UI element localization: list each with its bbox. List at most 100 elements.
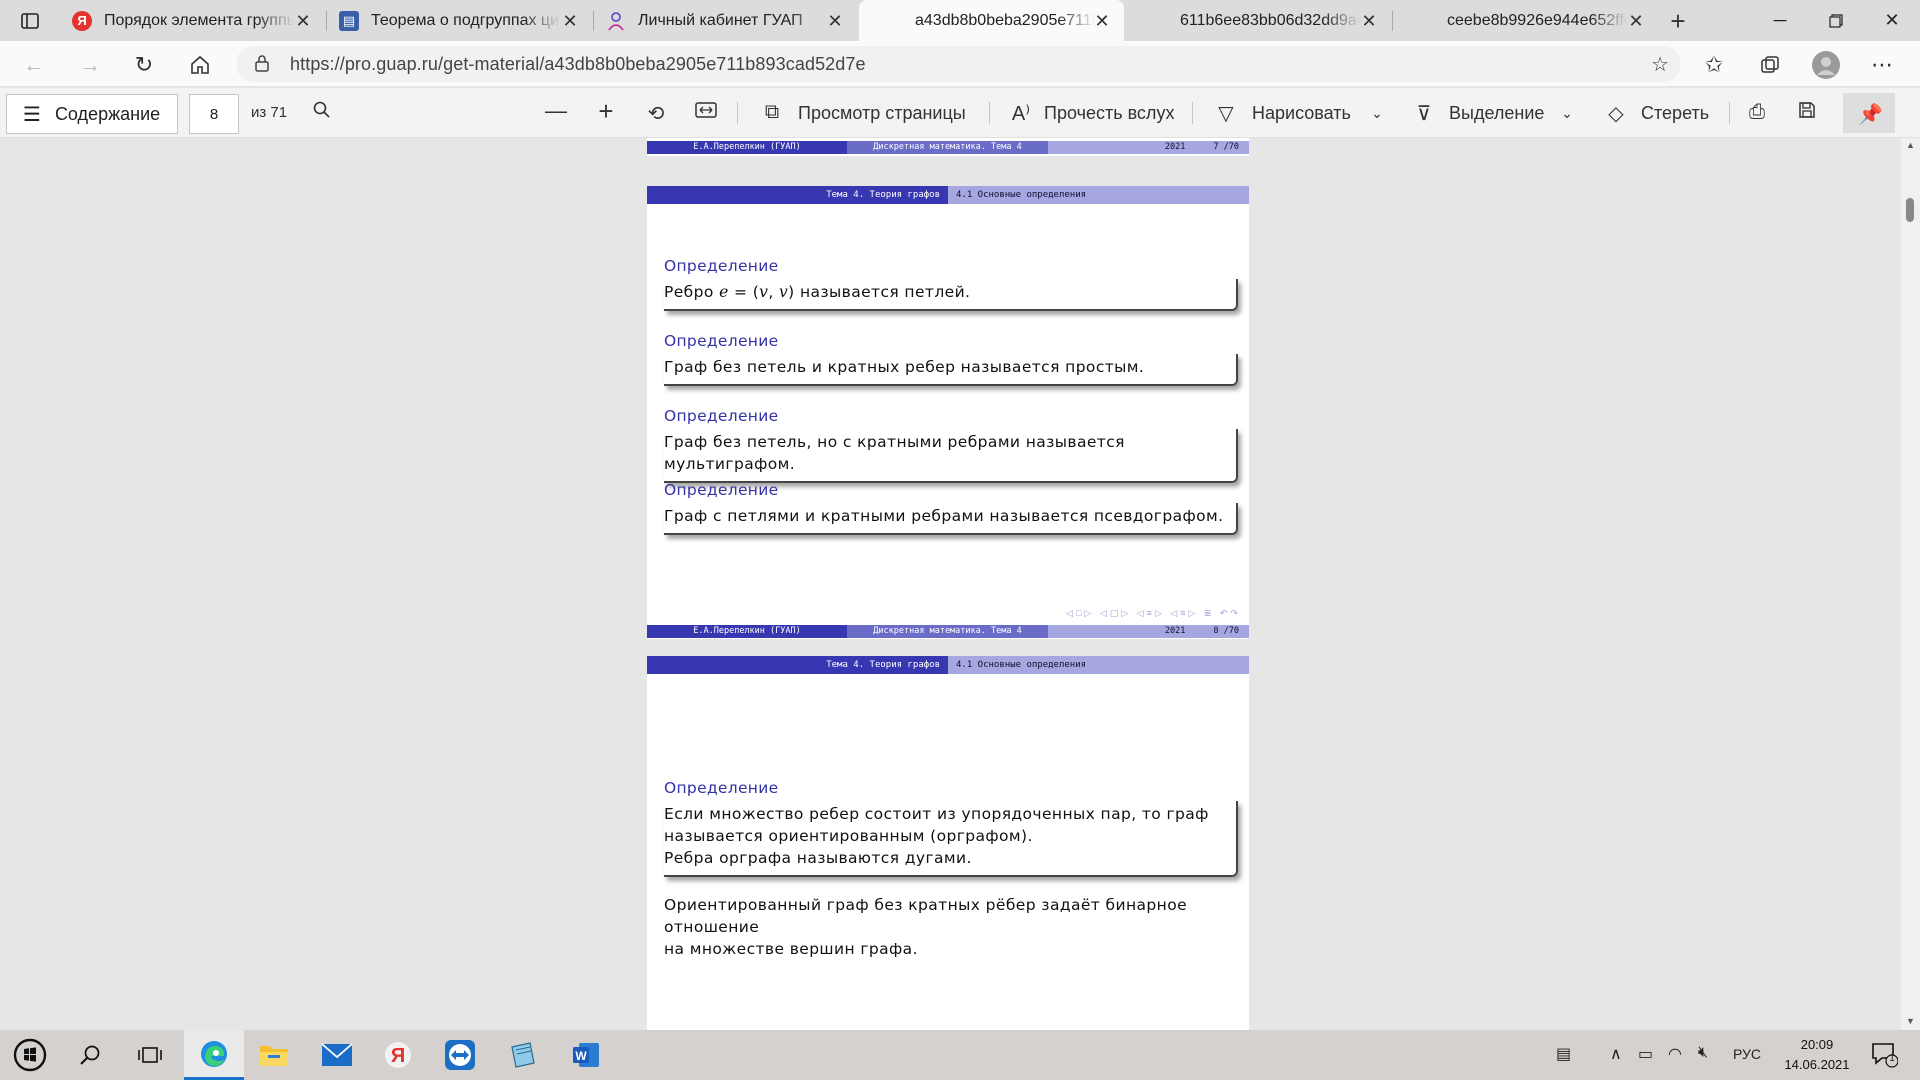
slide-9: Тема 4. Теория графов 4.1 Основные опред… <box>647 656 1249 1030</box>
restore-icon[interactable] <box>1808 0 1864 41</box>
search-icon[interactable] <box>309 101 335 125</box>
notepad-icon[interactable] <box>493 1030 553 1080</box>
yandex-browser-icon[interactable]: Я <box>368 1030 428 1080</box>
url-field[interactable]: https://pro.guap.ru/get-material/a43db8b… <box>236 46 1681 82</box>
back-icon[interactable]: ← <box>18 49 50 81</box>
block-line: называется ориентированным (орграфом). <box>664 827 1033 845</box>
tab-4-active[interactable]: a43db8b0beba2905e711b8 ✕ <box>859 0 1124 41</box>
highlight-icon[interactable]: ⊽ <box>1411 101 1437 126</box>
battery-icon[interactable]: ▭ <box>1638 1044 1653 1064</box>
page-number-input[interactable]: 8 <box>189 94 239 134</box>
header-subsection: 4.1 Основные определения <box>948 186 1249 204</box>
start-button[interactable] <box>0 1030 60 1080</box>
save-icon[interactable] <box>1794 101 1820 125</box>
taskbar: Я W ▤ ∧ ▭ ◠ 🔇︎ РУС 20:09 14.06.2021 1 <box>0 1030 1920 1080</box>
close-icon[interactable]: ✕ <box>1359 11 1379 32</box>
close-icon[interactable]: ✕ <box>560 11 580 32</box>
avatar[interactable] <box>1810 49 1842 81</box>
wifi-icon[interactable]: ◠ <box>1668 1044 1682 1064</box>
tab-title: Теорема о подгруппах цикл <box>371 11 561 29</box>
url-text: https://pro.guap.ru/get-material/a43db8b… <box>290 54 866 74</box>
chevron-up-icon[interactable]: ∧ <box>1610 1044 1622 1064</box>
tab-5[interactable]: 611b6ee83bb06d32dd9a40 ✕ <box>1126 0 1391 41</box>
language-indicator[interactable]: РУС <box>1733 1046 1761 1062</box>
highlight-button[interactable]: Выделение <box>1449 103 1544 124</box>
teamviewer-icon[interactable] <box>430 1030 490 1080</box>
chevron-down-icon[interactable]: ⌄ <box>1554 105 1580 122</box>
close-icon[interactable]: ✕ <box>1092 11 1112 32</box>
table-of-contents-button[interactable]: ☰ Содержание <box>6 94 178 134</box>
tab-2[interactable]: ▤ Теорема о подгруппах цикл ✕ <box>327 0 592 41</box>
read-aloud-icon[interactable]: A⁾ <box>1008 101 1034 126</box>
footer-year: 2021 <box>1164 626 1186 636</box>
lock-icon[interactable] <box>254 54 270 77</box>
collections-icon[interactable] <box>1754 49 1786 81</box>
block-title: Определение <box>664 257 779 275</box>
close-icon[interactable]: ✕ <box>293 11 313 32</box>
clock[interactable]: 20:09 14.06.2021 <box>1772 1035 1862 1075</box>
footer-course: Дискретная математика. Тема 4 <box>847 625 1048 638</box>
word-icon[interactable]: W <box>556 1030 616 1080</box>
tab-1[interactable]: Я Порядок элемента группы ✕ <box>60 0 325 41</box>
close-window-icon[interactable]: ✕ <box>1864 0 1920 41</box>
toc-label: Содержание <box>54 103 161 124</box>
forward-icon[interactable]: → <box>74 49 106 81</box>
new-tab-icon[interactable]: + <box>1663 6 1693 36</box>
scrollbar-thumb[interactable] <box>1906 198 1914 222</box>
page-view-button[interactable]: Просмотр страницы <box>798 103 966 124</box>
minimize-icon[interactable]: ─ <box>1752 0 1808 41</box>
tab-3[interactable]: Личный кабинет ГУАП ✕ <box>594 0 857 41</box>
eraser-icon[interactable]: ◇ <box>1603 101 1629 126</box>
news-widget-icon[interactable]: ▤ <box>1556 1044 1571 1064</box>
pin-toolbar-button[interactable]: 📌 <box>1843 93 1895 133</box>
draw-icon[interactable]: ▽ <box>1213 101 1239 126</box>
pdf-viewport[interactable]: ◁□▷ ◁▢▷ ◁≡▷ ◁≡▷ ≣ ↶↷ Е.А.Перепелкин (ГУА… <box>0 138 1920 1030</box>
address-bar: ← → ↻ https://pro.guap.ru/get-material/a… <box>0 41 1920 87</box>
speaker-muted-icon[interactable]: 🔇︎ <box>1698 1044 1708 1062</box>
vertical-scrollbar[interactable]: ▲ ▼ <box>1901 138 1920 1030</box>
footer-page: 7 /70 <box>1213 142 1239 152</box>
more-options-icon[interactable]: ⋯ <box>1866 49 1898 81</box>
search-icon[interactable] <box>60 1030 120 1080</box>
file-explorer-icon[interactable] <box>244 1030 304 1080</box>
footer-author: Е.А.Перепелкин (ГУАП) <box>647 625 847 638</box>
scroll-down-icon[interactable]: ▼ <box>1906 1016 1915 1026</box>
definition-block: Определение Ребро e = (v, v) называется … <box>664 255 1238 311</box>
tab-6[interactable]: ceebe8b9926e944e652ffed ✕ <box>1393 0 1658 41</box>
rotate-icon[interactable]: ⟲ <box>643 101 669 126</box>
beamer-nav-icons[interactable]: ◁□▷ ◁▢▷ ◁≡▷ ◁≡▷ ≣ ↶↷ <box>1066 608 1241 619</box>
page-view-icon[interactable]: ⧉ <box>759 101 785 124</box>
favorites-icon[interactable]: ✩ <box>1698 49 1730 81</box>
erase-button[interactable]: Стереть <box>1641 103 1709 124</box>
definition-block: Определение Граф без петель, но с кратны… <box>664 405 1238 483</box>
tab-title: 611b6ee83bb06d32dd9a40 <box>1180 11 1360 29</box>
draw-button[interactable]: Нарисовать <box>1252 103 1351 124</box>
mail-icon[interactable] <box>307 1030 367 1080</box>
close-icon[interactable]: ✕ <box>1626 11 1646 32</box>
yandex-icon: Я <box>72 10 92 31</box>
close-icon[interactable]: ✕ <box>825 11 845 32</box>
read-aloud-button[interactable]: Прочесть вслух <box>1044 103 1174 124</box>
zoom-in-icon[interactable]: + <box>593 96 619 127</box>
definition-block: Определение Если множество ребер состоит… <box>664 777 1238 877</box>
tab-title: ceebe8b9926e944e652ffed <box>1447 11 1627 29</box>
block-title: Определение <box>664 779 779 797</box>
zoom-out-icon[interactable]: — <box>543 98 569 124</box>
print-icon[interactable]: ⎙ <box>1744 101 1770 124</box>
fit-width-icon[interactable] <box>693 101 719 124</box>
scroll-up-icon[interactable]: ▲ <box>1906 140 1915 150</box>
chevron-down-icon[interactable]: ⌄ <box>1364 105 1390 122</box>
header-section: Тема 4. Теория графов <box>647 186 948 204</box>
home-icon[interactable] <box>184 49 216 81</box>
tab-actions-icon[interactable] <box>15 6 45 36</box>
task-view-icon[interactable] <box>120 1030 180 1080</box>
add-favorite-icon[interactable]: ☆ <box>1651 52 1669 77</box>
refresh-icon[interactable]: ↻ <box>128 49 160 81</box>
block-title: Определение <box>664 481 779 499</box>
definition-block: Определение Граф с петлями и кратными ре… <box>664 479 1238 535</box>
edge-icon[interactable] <box>184 1030 244 1080</box>
slide-8: Тема 4. Теория графов 4.1 Основные опред… <box>647 186 1249 639</box>
user-icon <box>606 11 626 31</box>
tab-strip: Я Порядок элемента группы ✕ ▤ Теорема о … <box>0 0 1920 41</box>
notifications-icon[interactable]: 1 <box>1870 1040 1899 1073</box>
